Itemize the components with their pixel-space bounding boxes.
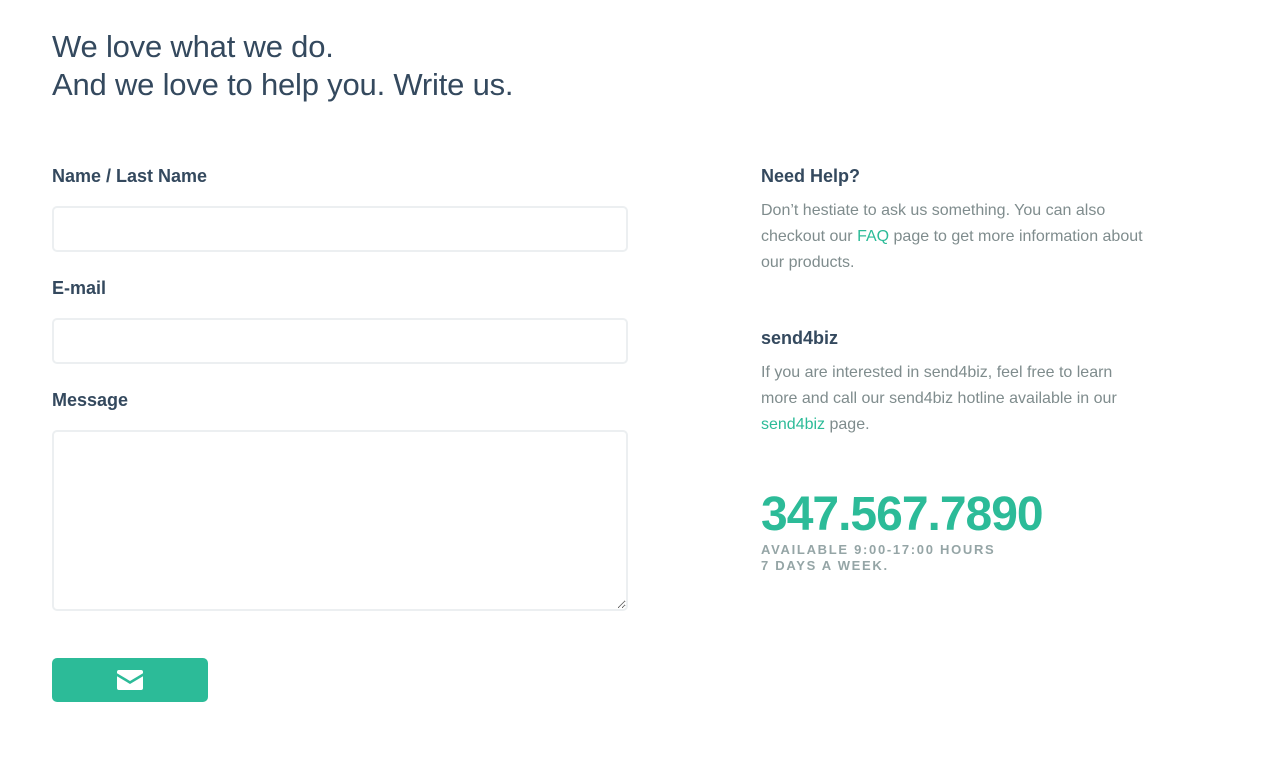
email-input[interactable] xyxy=(52,318,628,364)
page-headline: We love what we do. And we love to help … xyxy=(52,28,514,104)
send4biz-link[interactable]: send4biz xyxy=(761,416,825,433)
hotline-hours: AVAILABLE 9:00-17:00 HOURS xyxy=(761,542,996,557)
need-help-title: Need Help? xyxy=(761,166,861,186)
send4biz-title: send4biz xyxy=(761,328,839,348)
headline-line-2: And we love to help you. Write us. xyxy=(52,67,514,102)
email-label: E-mail xyxy=(52,278,107,298)
envelope-icon xyxy=(117,670,143,690)
help-sidebar: Need Help? Don’t hestiate to ask us some… xyxy=(761,164,1151,574)
send4biz-text-part: page. xyxy=(825,416,870,433)
faq-link[interactable]: FAQ xyxy=(857,228,889,245)
name-input[interactable] xyxy=(52,206,628,252)
send4biz-block: send4biz If you are interested in send4b… xyxy=(761,326,1151,438)
headline-line-1: We love what we do. xyxy=(52,29,334,64)
need-help-text: Don’t hestiate to ask us something. You … xyxy=(761,198,1151,276)
hotline-phone: 347.567.7890 xyxy=(761,488,1044,541)
message-textarea[interactable] xyxy=(52,430,628,611)
send-button[interactable] xyxy=(52,658,208,702)
contact-form: Name / Last Name E-mail Message xyxy=(52,164,628,611)
hotline-days: 7 DAYS A WEEK. xyxy=(761,558,889,573)
send4biz-text: If you are interested in send4biz, feel … xyxy=(761,360,1151,438)
send4biz-text-part: If you are interested in send4biz, feel … xyxy=(761,364,1117,407)
name-label: Name / Last Name xyxy=(52,166,208,186)
message-label: Message xyxy=(52,390,129,410)
